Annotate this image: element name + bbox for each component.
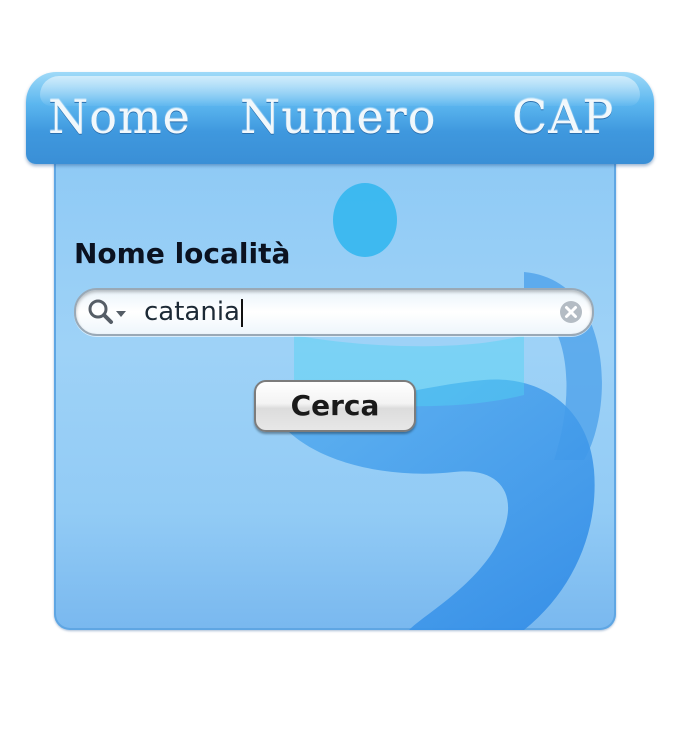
logo-head-shape [333,183,397,257]
search-button[interactable]: Cerca [254,380,416,432]
text-caret [241,298,243,327]
search-input-value[interactable]: catania [144,293,243,331]
search-field[interactable]: catania [74,288,594,336]
magnifier-with-dropdown-icon[interactable] [86,298,132,326]
field-label: Nome località [74,237,291,270]
search-input-text[interactable]: catania [144,297,240,327]
tab-numero[interactable]: Numero [240,88,436,146]
tab-nome[interactable]: Nome [48,88,191,146]
search-widget: Nome Numero CAP Nome località catania Ce… [26,72,654,634]
clear-x-icon[interactable] [558,299,584,325]
tab-cap[interactable]: CAP [512,88,614,146]
search-panel: Nome località catania Cerca [54,160,616,630]
tab-bar: Nome Numero CAP [26,72,654,164]
